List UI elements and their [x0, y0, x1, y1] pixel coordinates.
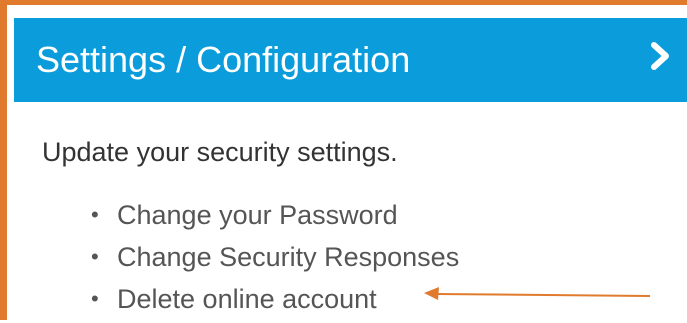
panel-title: Settings / Configuration [36, 39, 411, 80]
intro-text: Update your security settings. [42, 137, 398, 167]
panel-header[interactable]: Settings / Configuration [14, 18, 687, 102]
link-label: Change Security Responses [117, 242, 460, 272]
arrow-left-icon [424, 287, 651, 300]
bullet: • [91, 202, 99, 227]
link-label: Delete online account [117, 284, 377, 314]
bullet: • [91, 244, 99, 269]
settings-panel: Settings / Configuration Update your sec… [0, 0, 687, 320]
bullet: • [91, 286, 99, 311]
chevron-right-icon[interactable] [646, 40, 676, 72]
change-password-link[interactable]: • Change your Password [91, 197, 459, 239]
change-security-responses-link[interactable]: • Change Security Responses [91, 239, 459, 281]
link-label: Change your Password [117, 200, 398, 230]
security-links-list: • Change your Password • Change Security R… [91, 197, 459, 323]
delete-online-account-link[interactable]: • Delete online account [91, 281, 459, 323]
